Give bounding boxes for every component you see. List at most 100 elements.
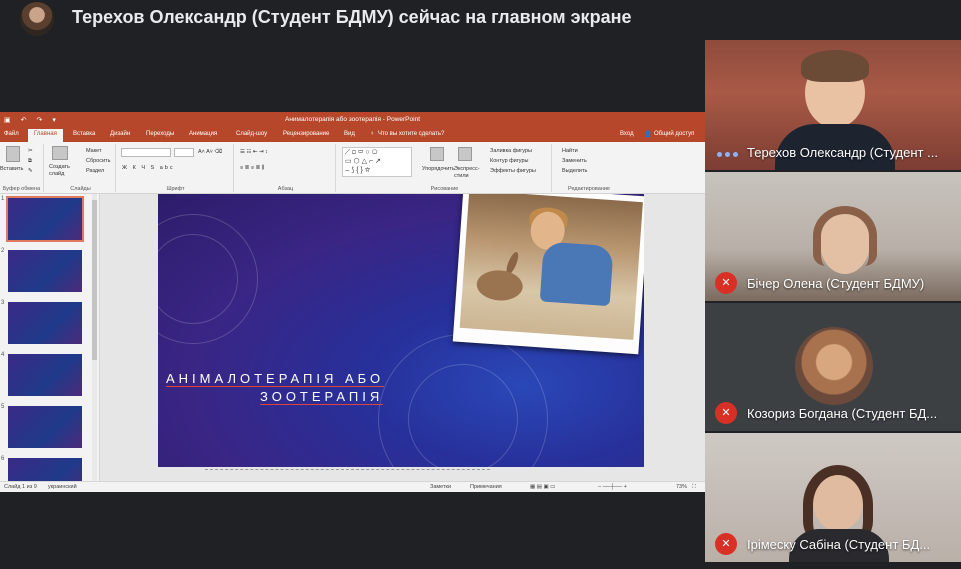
slide-thumbnail[interactable]	[8, 302, 82, 344]
tab-home[interactable]: Главная	[28, 129, 63, 142]
list-icons[interactable]: ☰ ☷ ⇤ ⇥ ↕	[240, 149, 268, 155]
tab-animations[interactable]: Анимация	[189, 131, 217, 137]
thumb-number: 2	[1, 248, 5, 254]
paragraph-group-label: Абзац	[277, 186, 294, 192]
lightbulb-icon: ♀	[370, 131, 375, 137]
quick-styles-button[interactable]: Экспресс-стили	[454, 166, 484, 180]
ppt-ribbon-tabs: Файл Главная Вставка Дизайн Переходы Ани…	[0, 128, 705, 142]
replace-button[interactable]: Заменить	[562, 158, 587, 164]
participant-tile[interactable]: Терехов Олександр (Студент ...	[705, 40, 961, 170]
shape-outline-button[interactable]: Контур фигуры	[490, 158, 528, 164]
font-group-label: Шрифт	[166, 186, 185, 192]
language-indicator[interactable]: украинский	[48, 484, 77, 490]
fit-slide-icon[interactable]: ⛶	[692, 484, 696, 491]
tab-design[interactable]: Дизайн	[110, 131, 130, 137]
participant-avatar	[795, 327, 873, 405]
shape-effects-button[interactable]: Эффекты фигуры	[490, 168, 536, 174]
participant-name: Козориз Богдана (Студент БД...	[747, 406, 938, 421]
shapes-gallery[interactable]: ⟋ ◻ ▭ ○ ⬠ ▭ ⬡ △ ⌐ ↗ ⌢ ⟆ { } ☆	[342, 147, 412, 177]
slide-canvas[interactable]: АНІМАЛОТЕРАПІЯ АБО ЗООТЕРАПІЯ	[158, 194, 644, 467]
mic-off-icon: ✕	[715, 402, 737, 424]
presenter-banner: Терехов Олександр (Студент БДМУ) сейчас …	[0, 0, 700, 36]
decor-ring	[408, 364, 518, 467]
ppt-workspace: 1 2 3 4 5 6 АНІМАЛОТЕРАПІЯ АБО ЗООТЕРАПІ…	[0, 194, 705, 492]
notes-pane-handle[interactable]	[205, 469, 490, 477]
section-button[interactable]: Раздел	[86, 168, 104, 174]
align-icons[interactable]: ≡ ≣ ≡ ≣ ⫼	[240, 165, 264, 172]
new-slide-icon[interactable]	[52, 146, 68, 160]
slide-photo-frame[interactable]	[452, 194, 644, 355]
participant-tile[interactable]: ✕ Козориз Богдана (Студент БД...	[705, 303, 961, 431]
zoom-slider[interactable]: – ──┼── +	[598, 484, 627, 490]
format-painter-icon[interactable]: ✎	[28, 168, 33, 174]
thumb-number: 1	[1, 196, 5, 202]
notes-button[interactable]: Заметки	[430, 484, 451, 490]
signin-link[interactable]: Вход	[620, 131, 634, 137]
slide-thumbnails-pane: 1 2 3 4 5 6	[0, 194, 100, 492]
ppt-statusbar: Слайд 1 из 9 украинский Заметки Примечан…	[0, 481, 705, 492]
select-button[interactable]: Выделить	[562, 168, 587, 174]
participant-tile[interactable]: ✕ Ірімеску Сабіна (Студент БД...	[705, 433, 961, 562]
paste-button[interactable]: Вставить	[0, 166, 23, 172]
tab-view[interactable]: Вид	[344, 131, 355, 137]
thumbnails-scrollbar[interactable]	[92, 194, 97, 481]
participant-name: Ірімеску Сабіна (Студент БД...	[747, 537, 931, 552]
slide-thumbnail[interactable]	[6, 196, 84, 242]
thumb-number: 4	[1, 352, 5, 358]
participant-name: Бічер Олена (Студент БДМУ)	[747, 276, 925, 291]
copy-icon[interactable]: ⧉	[28, 158, 32, 165]
scrollbar-thumb[interactable]	[92, 200, 97, 360]
slide-thumbnail[interactable]	[8, 406, 82, 448]
paste-icon[interactable]	[6, 146, 20, 162]
cut-icon[interactable]: ✂	[28, 148, 33, 154]
share-button[interactable]: Общий доступ	[654, 131, 694, 137]
slide-thumbnail[interactable]	[8, 250, 82, 292]
arrange-button[interactable]: Упорядочить	[422, 166, 455, 172]
mic-off-icon: ✕	[715, 272, 737, 294]
thumb-number: 5	[1, 404, 5, 410]
tab-slideshow[interactable]: Слайд-шоу	[236, 131, 267, 137]
tell-me-box[interactable]: Что вы хотите сделать?	[378, 131, 444, 137]
shape-fill-button[interactable]: Заливка фигуры	[490, 148, 532, 154]
tab-file[interactable]: Файл	[4, 131, 19, 137]
slide-photo-child-with-rabbit	[459, 194, 643, 340]
photo-detail	[539, 241, 614, 307]
reset-button[interactable]: Сбросить	[86, 158, 110, 164]
slide-thumbnail[interactable]	[8, 354, 82, 396]
thumb-number: 3	[1, 300, 5, 306]
participant-video	[801, 50, 869, 82]
find-button[interactable]: Найти	[562, 148, 578, 154]
zoom-level[interactable]: 73%	[676, 484, 687, 490]
slides-group-label: Слайды	[70, 186, 91, 192]
ribbon-group-editing: Найти Заменить Выделить Редактирование	[554, 144, 624, 192]
view-buttons[interactable]: ▦ ▤ ▣ ▭	[530, 484, 555, 490]
arrange-icon[interactable]	[430, 147, 444, 161]
presenter-avatar	[20, 2, 54, 36]
font-grow-icon[interactable]: A˄ A˅ ⌫	[198, 149, 222, 155]
clipboard-group-label: Буфер обмена	[2, 186, 41, 192]
participant-tile[interactable]: ✕ Бічер Олена (Студент БДМУ)	[705, 172, 961, 301]
tab-review[interactable]: Рецензирование	[283, 131, 329, 137]
font-name-field[interactable]	[121, 148, 171, 157]
ribbon-group-font: A˄ A˅ ⌫ Ж К Ч S abc Шрифт	[118, 144, 234, 192]
ppt-ribbon: Вставить ✂ ⧉ ✎ Буфер обмена Создать слай…	[0, 142, 705, 194]
slide-title-line1[interactable]: АНІМАЛОТЕРАПІЯ АБО	[166, 372, 385, 387]
slide-title-line2[interactable]: ЗООТЕРАПІЯ	[260, 390, 384, 405]
ppt-window-title: Анималотерапія або зоотерапія - PowerPoi…	[284, 116, 421, 123]
layout-button[interactable]: Макет	[86, 148, 102, 154]
comments-button[interactable]: Примечания	[470, 484, 502, 490]
ribbon-group-clipboard: Вставить ✂ ⧉ ✎ Буфер обмена	[0, 144, 44, 192]
shared-screen-powerpoint: ▣ ↶ ↷ ▾ Анималотерапія або зоотерапія - …	[0, 112, 705, 492]
ribbon-group-paragraph: ☰ ☷ ⇤ ⇥ ↕ ≡ ≣ ≡ ≣ ⫼ Абзац	[236, 144, 336, 192]
tab-insert[interactable]: Вставка	[73, 131, 95, 137]
quick-styles-icon[interactable]	[458, 147, 472, 161]
tab-transitions[interactable]: Переходы	[146, 131, 174, 137]
new-slide-button[interactable]: Создать слайд	[49, 164, 75, 178]
meet-screen: Терехов Олександр (Студент БДМУ) сейчас …	[0, 0, 961, 569]
font-size-field[interactable]	[174, 148, 194, 157]
speaking-dots-icon	[717, 152, 738, 157]
mic-off-icon: ✕	[715, 533, 737, 555]
ribbon-group-drawing: ⟋ ◻ ▭ ○ ⬠ ▭ ⬡ △ ⌐ ↗ ⌢ ⟆ { } ☆ Упорядочить …	[338, 144, 552, 192]
presenter-banner-text: Терехов Олександр (Студент БДМУ) сейчас …	[72, 7, 632, 27]
font-format-buttons[interactable]: Ж К Ч S abc	[122, 165, 175, 171]
